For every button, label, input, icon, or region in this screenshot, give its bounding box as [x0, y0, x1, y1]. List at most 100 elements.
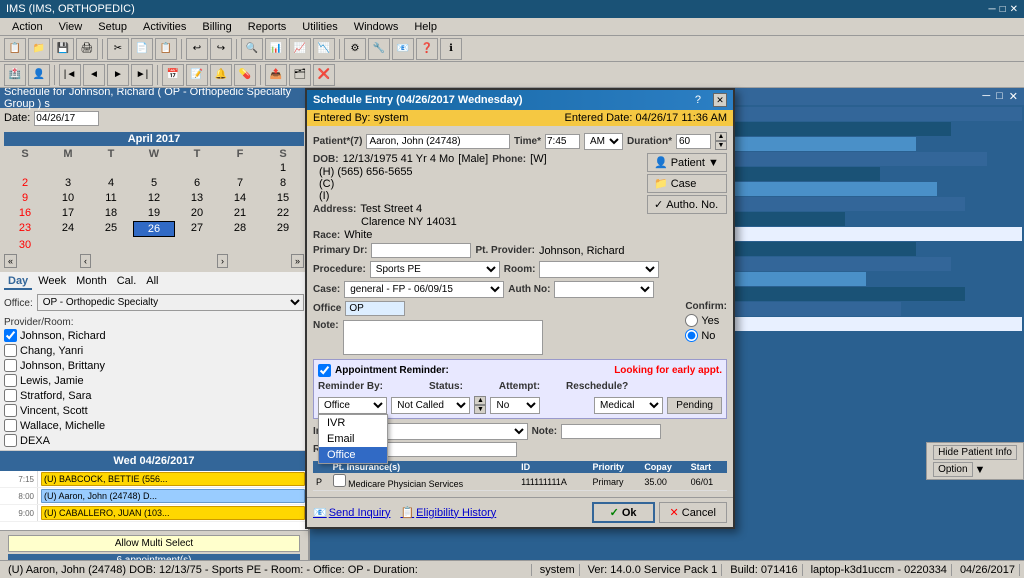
tb-b6[interactable]: 📧	[392, 38, 414, 60]
minimize-btn[interactable]: ─	[988, 4, 995, 15]
menu-activities[interactable]: Activities	[135, 21, 194, 33]
cal-day[interactable]	[262, 238, 304, 252]
tb-b4[interactable]: ⚙	[344, 38, 366, 60]
cal-day-20[interactable]: 20	[176, 206, 218, 220]
cal-day-28[interactable]: 28	[219, 221, 261, 237]
tb-paste[interactable]: 📋	[155, 38, 177, 60]
cal-day[interactable]	[133, 161, 175, 175]
cal-day-3[interactable]: 3	[47, 176, 89, 190]
medical-select[interactable]: Medical	[594, 397, 663, 414]
tb2-b5[interactable]: 🔔	[210, 64, 232, 86]
attempt-spin-down[interactable]: ▼	[474, 405, 486, 414]
duration-spinner[interactable]: ▲ ▼	[715, 132, 727, 150]
attempt-spinner[interactable]: ▲ ▼	[474, 396, 486, 414]
appt-aaron[interactable]: (U) Aaron, John (24748) D...	[41, 489, 305, 503]
spin-up[interactable]: ▲	[715, 132, 727, 141]
cal-day[interactable]	[47, 161, 89, 175]
cal-day-22[interactable]: 22	[262, 206, 304, 220]
eligibility-history-link[interactable]: 📋 Eligibility History	[400, 506, 496, 519]
note2-input[interactable]	[561, 424, 661, 439]
office-select[interactable]: OP - Orthopedic Specialty	[37, 294, 304, 311]
patient-btn[interactable]: 👤 Patient ▼	[647, 153, 727, 172]
menu-view[interactable]: View	[51, 21, 91, 33]
cancel-btn[interactable]: ✕ Cancel	[659, 502, 727, 523]
tab-day[interactable]: Day	[4, 274, 32, 290]
tab-week[interactable]: Week	[34, 274, 70, 290]
cal-nav-prev[interactable]: ‹	[80, 254, 91, 268]
cal-day-25[interactable]: 25	[90, 221, 132, 237]
tb2-nav-first[interactable]: |◄	[59, 64, 81, 86]
dropdown-item-ivr[interactable]: IVR	[319, 415, 387, 431]
tb2-b7[interactable]: 📤	[265, 64, 287, 86]
cal-day-6[interactable]: 6	[176, 176, 218, 190]
hide-patient-info-btn[interactable]: Hide Patient Info	[933, 445, 1017, 460]
cal-day-23[interactable]: 23	[4, 221, 46, 237]
provider-check-johnson-brittany[interactable]	[4, 359, 17, 372]
tb2-b2[interactable]: 👤	[28, 64, 50, 86]
cal-day-4[interactable]: 4	[90, 176, 132, 190]
tb-b1[interactable]: 📊	[265, 38, 287, 60]
tb-copy[interactable]: 📄	[131, 38, 153, 60]
cal-day-13[interactable]: 13	[176, 191, 218, 205]
tb2-b9[interactable]: ❌	[313, 64, 335, 86]
right-panel-btn3[interactable]: ✕	[1009, 90, 1018, 103]
procedure-select[interactable]: Sports PE	[370, 261, 500, 278]
duration-input[interactable]	[676, 134, 711, 149]
cal-day[interactable]	[47, 238, 89, 252]
confirm-no-input[interactable]	[685, 329, 698, 342]
reminder-checkbox[interactable]	[318, 364, 331, 377]
case-select[interactable]: general - FP - 06/09/15	[344, 281, 504, 298]
provider-check-dexa[interactable]	[4, 434, 17, 447]
status-select[interactable]: Not Called	[391, 397, 470, 414]
ampm-select[interactable]: AM PM	[584, 133, 623, 150]
case-btn[interactable]: 📁 Case	[647, 174, 727, 193]
cal-day[interactable]	[90, 238, 132, 252]
provider-check-vincent[interactable]	[4, 404, 17, 417]
cal-nav-prev-prev[interactable]: «	[4, 254, 17, 268]
cal-day[interactable]	[219, 238, 261, 252]
reminder-by-select[interactable]: Office IVR Email	[318, 397, 387, 414]
tb2-nav-prev[interactable]: ◄	[83, 64, 105, 86]
cal-day-18[interactable]: 18	[90, 206, 132, 220]
maximize-btn[interactable]: □	[1000, 4, 1006, 15]
spin-down[interactable]: ▼	[715, 141, 727, 150]
menu-utilities[interactable]: Utilities	[294, 21, 345, 33]
cal-day[interactable]	[176, 238, 218, 252]
close-btn[interactable]: ✕	[1010, 4, 1018, 15]
tb2-b1[interactable]: 🏥	[4, 64, 26, 86]
dropdown-item-email[interactable]: Email	[319, 431, 387, 447]
note-textarea[interactable]	[343, 320, 543, 355]
menu-action[interactable]: Action	[4, 21, 51, 33]
tb2-nav-next[interactable]: ►	[107, 64, 129, 86]
tb-save[interactable]: 💾	[52, 38, 74, 60]
cal-day-1[interactable]: 1	[262, 161, 304, 175]
cal-day-26[interactable]: 26	[133, 221, 175, 237]
insurance-row-1[interactable]: P Medicare Physician Services 111111111A…	[313, 473, 727, 491]
autho-btn[interactable]: ✓ Autho. No.	[647, 195, 727, 214]
reschedule-select[interactable]: No Yes	[490, 397, 540, 414]
tb-find[interactable]: 🔍	[241, 38, 263, 60]
cal-day-19[interactable]: 19	[133, 206, 175, 220]
cal-nav-next[interactable]: ›	[217, 254, 228, 268]
cal-day-21[interactable]: 21	[219, 206, 261, 220]
menu-billing[interactable]: Billing	[194, 21, 239, 33]
cal-day-5[interactable]: 5	[133, 176, 175, 190]
cal-day-10[interactable]: 10	[47, 191, 89, 205]
tb2-b4[interactable]: 📝	[186, 64, 208, 86]
cal-day-7[interactable]: 7	[219, 176, 261, 190]
time-input[interactable]	[545, 134, 580, 149]
primary-dr-input[interactable]	[371, 243, 471, 258]
provider-check-wallace[interactable]	[4, 419, 17, 432]
insurance-select[interactable]	[368, 423, 528, 440]
cal-day[interactable]	[176, 161, 218, 175]
cal-nav-next-next[interactable]: »	[291, 254, 304, 268]
ins-checkbox[interactable]	[333, 474, 346, 487]
appt-caballero[interactable]: (U) CABALLERO, JUAN (103...	[41, 506, 305, 520]
tb2-b8[interactable]: 🗂	[289, 64, 311, 86]
allow-multi-select-btn[interactable]: Allow Multi Select	[8, 535, 300, 552]
dialog-help-btn[interactable]: ?	[695, 94, 701, 106]
cal-day[interactable]	[4, 161, 46, 175]
confirm-yes-input[interactable]	[685, 314, 698, 327]
tb-b5[interactable]: 🔧	[368, 38, 390, 60]
provider-check-stratford[interactable]	[4, 389, 17, 402]
